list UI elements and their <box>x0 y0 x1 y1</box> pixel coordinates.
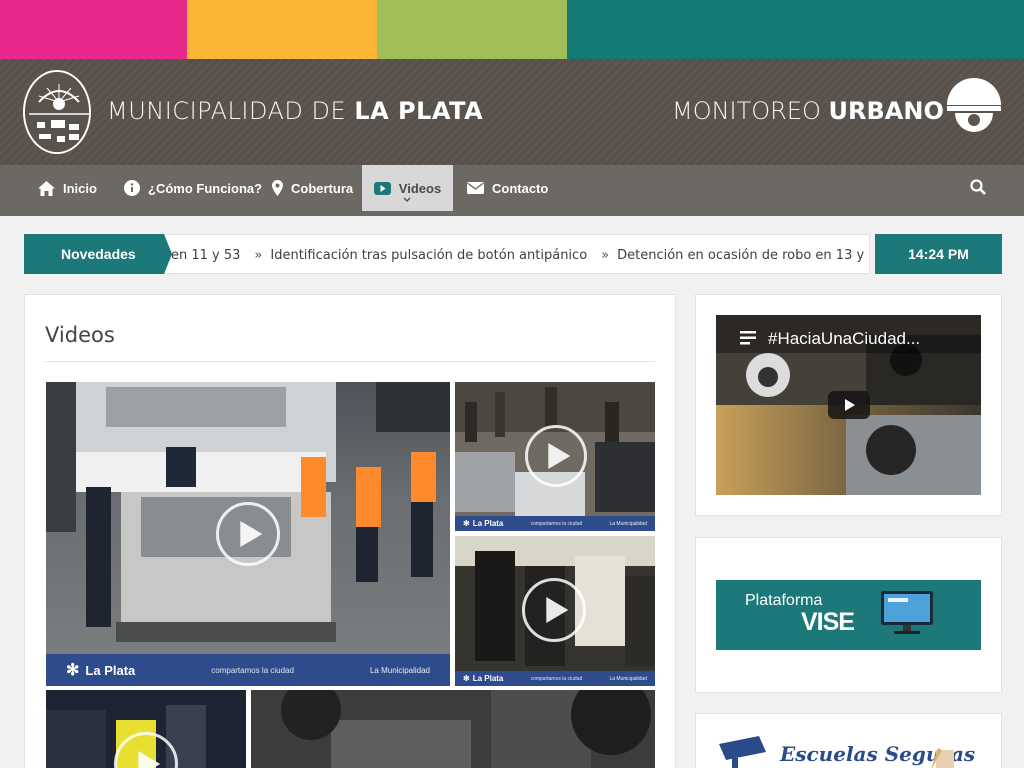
brand-bold-text: LA PLATA <box>354 97 484 125</box>
escuelas-widget: Escuelas Seguras <box>695 713 1002 768</box>
brand-light-text: MUNICIPALIDAD DE <box>107 97 355 125</box>
ticker-separator: » <box>601 247 610 263</box>
strip-green <box>377 0 567 59</box>
monitoreo-bold-text: URBANO <box>828 97 944 125</box>
nav-label: Videos <box>398 180 442 196</box>
city-seal-icon[interactable] <box>23 70 91 154</box>
info-icon <box>124 180 140 196</box>
page-title: Videos <box>45 323 115 347</box>
strip-yellow <box>187 0 377 59</box>
video-bar-right: La Municipalidad <box>609 675 647 682</box>
video-thumbnail[interactable] <box>251 690 655 768</box>
vise-line2: VISE <box>801 608 855 636</box>
video-bar-middle: compartamos la ciudad <box>530 675 583 682</box>
home-icon <box>38 180 55 196</box>
nav-item-videos[interactable]: Videos <box>362 165 453 211</box>
youtube-play-icon[interactable] <box>828 391 870 419</box>
nav-label: Cobertura <box>291 180 354 196</box>
ticker-track: en 11 y 53 » Identificación tras pulsaci… <box>171 235 869 273</box>
monitoreo-light-text: MONITOREO <box>672 97 829 125</box>
nav-item-contacto[interactable]: Contacto <box>467 165 548 211</box>
playlist-icon <box>740 331 756 345</box>
nav-label: Inicio <box>63 180 97 196</box>
video-bar-brand: ✻ La Plata <box>463 519 504 528</box>
strip-teal <box>567 0 1024 59</box>
ticker-item[interactable]: Identificación tras pulsación de botón a… <box>270 248 587 263</box>
video-bar-right: La Municipalidad <box>369 665 430 675</box>
site-header: MUNICIPALIDAD DE LA PLATA MONITOREO URBA… <box>0 59 1024 165</box>
video-bar-middle: compartamos la ciudad <box>530 520 583 527</box>
search-icon[interactable] <box>970 179 986 199</box>
video-caption-bar: ✻ La Plata compartamos la ciudad La Munic… <box>455 671 655 686</box>
youtube-embed[interactable]: #HaciaUnaCiudad... <box>716 315 981 495</box>
color-strip <box>0 0 1024 59</box>
nav-item-como-funciona[interactable]: ¿Cómo Funciona? <box>124 165 262 211</box>
video-thumbnail[interactable]: ✻ La Plata compartamos la ciudad La Munic… <box>455 382 655 531</box>
nav-item-inicio[interactable]: Inicio <box>38 165 97 211</box>
video-brand-text: La Plata <box>85 662 136 678</box>
pencil-icon <box>931 748 954 768</box>
nav-label: Contacto <box>492 180 549 196</box>
vise-widget: Plataforma VISE <box>695 537 1002 693</box>
title-divider <box>45 361 655 362</box>
envelope-icon <box>467 182 484 194</box>
play-button-icon[interactable] <box>522 578 586 642</box>
videos-panel: Videos ✻ La Plata compartamos la ciudad L… <box>24 294 676 768</box>
video-thumbnail[interactable]: ✻ La Plata compartamos la ciudad La Munic… <box>455 536 655 686</box>
monitor-icon <box>881 591 933 634</box>
video-play-icon <box>373 181 391 195</box>
main-nav: Inicio ¿Cómo Funciona? Cobertura Videos … <box>0 165 1024 216</box>
security-camera-icon <box>719 736 766 768</box>
video-thumbnail[interactable] <box>46 690 246 768</box>
video-thumbnail-main[interactable]: ✻ La Plata compartamos la ciudad La Munic… <box>46 382 450 686</box>
video-bar-right: La Municipalidad <box>609 520 647 527</box>
section-brand: MONITOREO URBANO <box>672 97 944 125</box>
nav-label: ¿Cómo Funciona? <box>148 180 263 196</box>
ticker-label: Novedades <box>24 234 172 274</box>
video-caption-bar: ✻ La Plata compartamos la ciudad La Munic… <box>455 516 655 531</box>
video-bar-brand: ✻ La Plata <box>463 674 504 683</box>
map-marker-icon <box>272 180 283 196</box>
ticker-item[interactable]: en 11 y 53 <box>171 248 240 263</box>
youtube-title[interactable]: #HaciaUnaCiudad... <box>768 329 920 349</box>
play-button-icon[interactable] <box>216 502 280 566</box>
video-brand-text: La Plata <box>472 519 504 528</box>
video-brand-text: La Plata <box>472 674 504 683</box>
dome-camera-icon <box>945 73 1003 137</box>
youtube-widget: #HaciaUnaCiudad... <box>695 294 1002 516</box>
strip-magenta <box>0 0 187 59</box>
video-bar-middle: compartamos la ciudad <box>211 665 294 675</box>
play-button-icon[interactable] <box>525 425 587 487</box>
vise-banner[interactable]: Plataforma VISE <box>716 580 981 650</box>
chevron-down-icon <box>403 197 411 202</box>
site-brand[interactable]: MUNICIPALIDAD DE LA PLATA <box>107 97 483 125</box>
video-bar-brand: ✻ La Plata <box>66 662 136 679</box>
ticker-separator: » <box>254 247 263 263</box>
video-caption-bar: ✻ La Plata compartamos la ciudad La Munic… <box>46 654 450 686</box>
nav-item-cobertura[interactable]: Cobertura <box>272 165 353 211</box>
ticker-item[interactable]: Detención en ocasión de robo en 13 y 60 <box>617 248 869 263</box>
clock: 14:24 PM <box>875 234 1002 274</box>
